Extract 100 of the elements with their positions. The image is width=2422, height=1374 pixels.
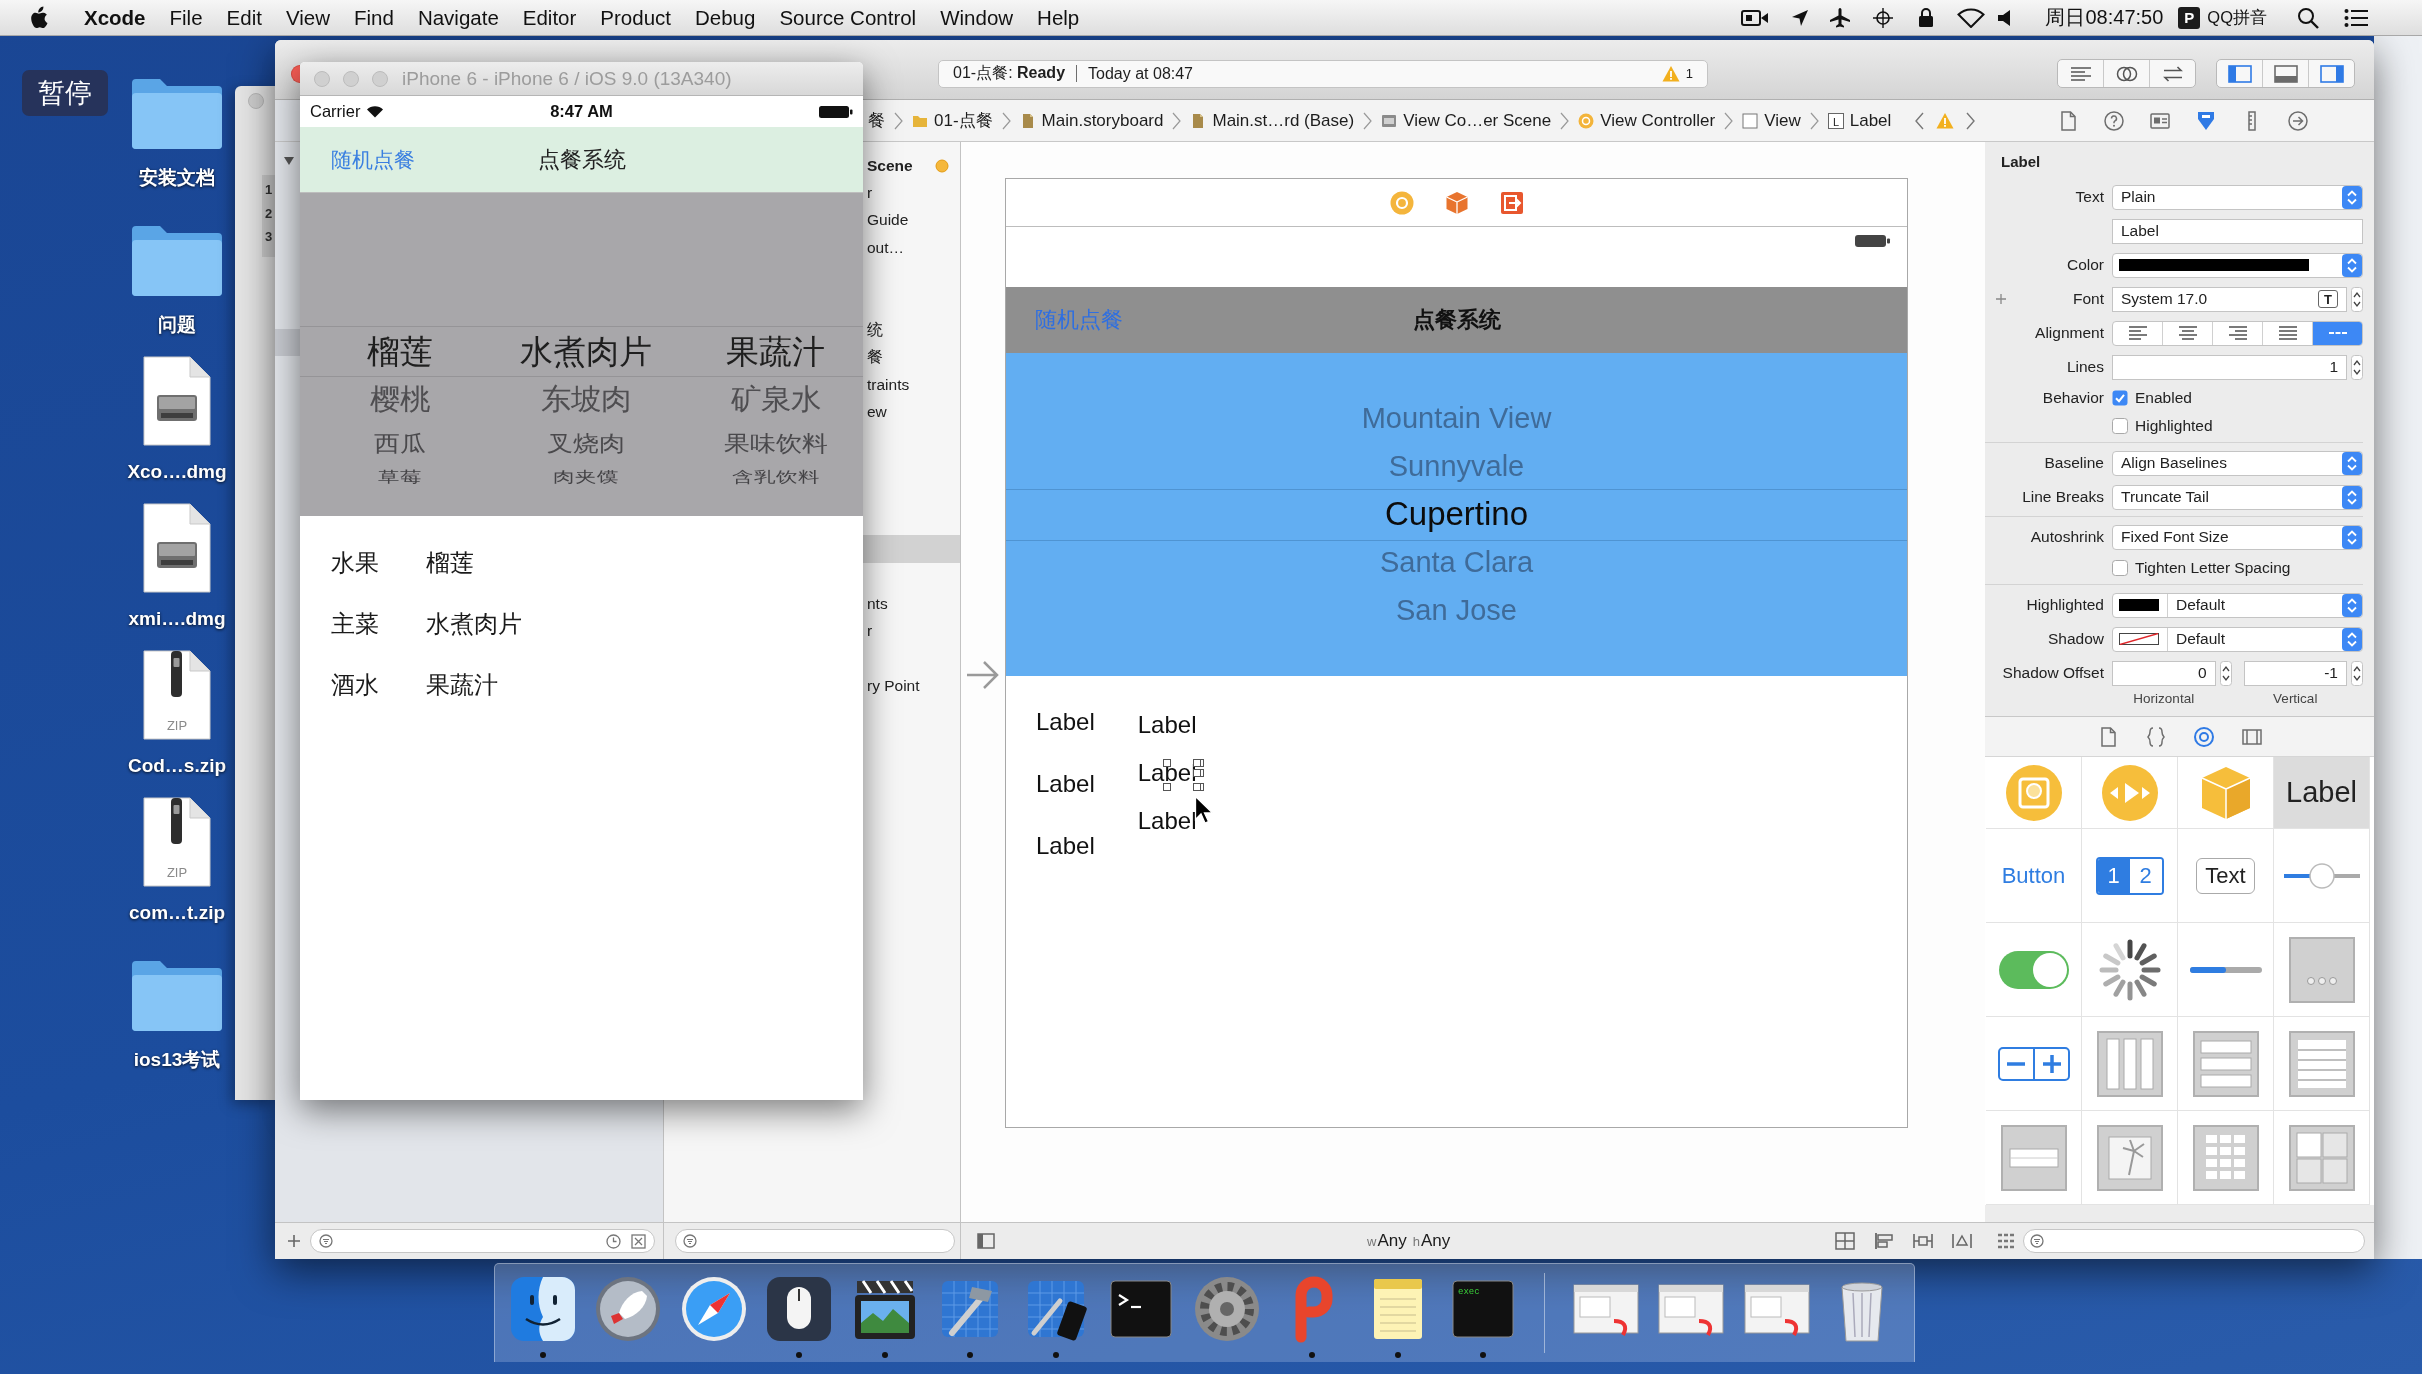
library-item[interactable]: 1 2 [2082, 829, 2178, 923]
number-field[interactable]: 0 [2112, 660, 2216, 686]
filter-field[interactable] [2023, 1229, 2365, 1253]
plus-icon[interactable] [287, 1234, 301, 1248]
updown-arrows-icon[interactable] [2342, 253, 2362, 277]
outline-toggle-icon[interactable] [977, 1233, 995, 1249]
outline-item[interactable]: 餐 [863, 343, 960, 372]
wifi-icon[interactable] [1957, 7, 1986, 28]
outline-item[interactable]: nts [863, 590, 960, 618]
menu-clock[interactable]: 周日08:47:50 [2045, 4, 2164, 31]
picker-row[interactable]: 水煮肉片 [520, 327, 652, 377]
menu-item[interactable]: Find [354, 5, 394, 30]
align-bars-icon[interactable] [1874, 1232, 1894, 1250]
disclosure-triangle-icon[interactable] [283, 156, 295, 166]
crosshair-icon[interactable] [1873, 7, 1894, 28]
library-item[interactable]: Button [1986, 829, 2082, 923]
jump-bar-item[interactable]: 01-点餐 [912, 109, 993, 132]
updown-arrows-icon[interactable] [2342, 627, 2362, 651]
outline-item[interactable]: Guide [863, 206, 960, 235]
disk-image-icon[interactable] [142, 355, 212, 447]
updown-arrows-icon[interactable] [2342, 185, 2362, 209]
forward-chevron-icon[interactable] [1966, 111, 1975, 130]
picker-row[interactable]: Cupertino [1384, 490, 1529, 538]
list-icon[interactable] [2344, 7, 2368, 28]
font-picker-button[interactable]: T [2318, 290, 2338, 308]
checkbox[interactable] [2112, 418, 2128, 434]
app-menu[interactable]: Xcode [84, 5, 146, 30]
help-icon[interactable] [2102, 109, 2125, 132]
location-arrow-icon[interactable] [1791, 8, 1810, 27]
target-icon[interactable] [2192, 725, 2215, 748]
menu-item[interactable]: Navigate [417, 5, 499, 30]
number-field[interactable]: -1 [2243, 660, 2347, 686]
color-popup-button[interactable]: Default [2112, 592, 2363, 618]
jump-bar-item[interactable]: Main.st…rd (Base) [1190, 110, 1355, 131]
picker-row[interactable]: 果蔬汁 [726, 327, 825, 377]
label-text[interactable]: Label [1132, 707, 1202, 743]
outline-item[interactable]: r [863, 179, 960, 207]
menu-item[interactable]: Window [940, 5, 1014, 30]
resize-icon[interactable] [1952, 1232, 1972, 1250]
back-chevron-icon[interactable] [1915, 111, 1924, 130]
input-source-badge[interactable]: P [2178, 6, 2201, 29]
popup-button[interactable]: Plain [2112, 184, 2363, 210]
library-item[interactable] [2082, 923, 2178, 1017]
picker-view[interactable]: 榴莲 樱桃 西瓜 草莓 水煮肉片 东坡肉 叉烧肉 肉夹馍 果蔬汁 矿泉水 果味饮料 含乳饮料 [300, 193, 863, 516]
exit-icon[interactable] [1499, 190, 1524, 215]
video-camera-icon[interactable] [1741, 7, 1770, 28]
picker-row[interactable]: 含乳饮料 [731, 467, 820, 487]
disk-image-icon[interactable] [142, 502, 212, 594]
picker-row[interactable]: 西瓜 [374, 426, 426, 460]
picker-row[interactable]: 草莓 [378, 467, 422, 487]
cube-icon[interactable] [1444, 190, 1469, 215]
jump-bar-item[interactable]: 餐 [868, 109, 885, 132]
arrow-circle-icon[interactable] [2286, 109, 2309, 132]
close-square-icon[interactable] [631, 1233, 646, 1249]
updown-arrows-icon[interactable] [2342, 593, 2362, 617]
updown-arrows-icon[interactable] [2342, 485, 2362, 509]
jump-bar-item[interactable]: Main.storyboard [1019, 110, 1164, 131]
popup-button[interactable]: Align Baselines [2112, 450, 2363, 476]
jump-bar-item[interactable]: View [1742, 110, 1801, 131]
library-item[interactable] [1986, 1017, 2082, 1111]
outline-item[interactable]: out… [863, 234, 960, 262]
color-popup-button[interactable] [2112, 252, 2363, 278]
pin-icon[interactable] [1913, 1232, 1933, 1250]
library-item[interactable]: Text [2178, 829, 2274, 923]
picker-row[interactable]: 榴莲 [367, 327, 433, 377]
menu-item[interactable]: View [285, 5, 330, 30]
apple-icon[interactable] [28, 4, 50, 31]
alignment-option[interactable] [2312, 321, 2362, 345]
outline-item[interactable]: ry Point [863, 672, 960, 700]
outline-item[interactable]: Scene [863, 152, 960, 180]
jump-bar-item[interactable]: L Label [1827, 110, 1892, 131]
menu-item[interactable]: File [169, 5, 203, 30]
library-item[interactable] [2178, 923, 2274, 1017]
split-box-icon[interactable] [1835, 1232, 1855, 1250]
outline-item[interactable]: 统 [863, 316, 960, 344]
popup-button[interactable]: Truncate Tail [2112, 484, 2363, 510]
updown-arrows-icon[interactable] [2342, 451, 2362, 475]
stepper[interactable] [2219, 660, 2232, 686]
menu-item[interactable]: Source Control [779, 5, 917, 30]
filter-field[interactable] [675, 1229, 955, 1253]
stepper[interactable] [2351, 354, 2363, 380]
text-field[interactable]: Label [2112, 218, 2363, 244]
braces-icon[interactable] [2144, 725, 2167, 748]
stepper[interactable] [2351, 286, 2363, 312]
font-field[interactable]: System 17.0 T [2112, 286, 2347, 312]
menu-item[interactable]: Help [1037, 5, 1080, 30]
size-class-button[interactable]: wAny hAny [1367, 1231, 1451, 1251]
updown-arrows-icon[interactable] [2342, 525, 2362, 549]
picker-row[interactable]: 果味饮料 [723, 426, 828, 460]
filter-field[interactable] [310, 1229, 655, 1253]
menu-item[interactable]: Editor [522, 5, 577, 30]
menu-item[interactable]: Edit [226, 5, 262, 30]
picker-row[interactable]: 肉夹馍 [553, 467, 619, 487]
outline-item[interactable]: traints [863, 371, 960, 399]
stepper[interactable] [2351, 660, 2363, 686]
plus-icon[interactable] [1995, 293, 2007, 305]
label-text[interactable]: Label [1031, 704, 1100, 740]
menu-item[interactable]: Debug [695, 5, 756, 30]
number-field[interactable]: 1 [2112, 354, 2347, 380]
checkbox[interactable] [2112, 390, 2128, 406]
